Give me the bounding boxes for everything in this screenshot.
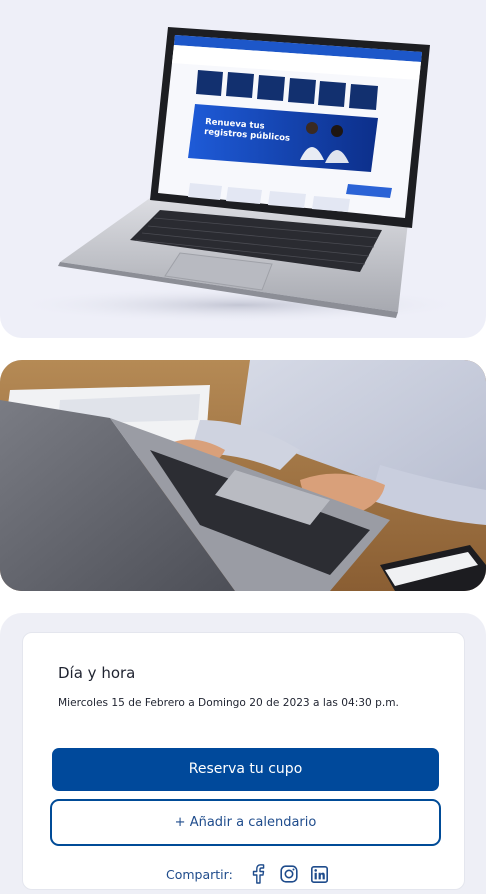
linkedin-icon[interactable] (310, 864, 330, 884)
event-datetime-title: Día y hora (58, 664, 136, 682)
typing-photo (0, 360, 486, 591)
hands-on-laptop-photo (0, 360, 486, 591)
event-dates-text: Miercoles 15 de Febrero a Domingo 20 de … (58, 697, 399, 709)
share-label: Compartir: (166, 866, 233, 882)
laptop-hero-image: Renueva tus registros públicos (0, 0, 486, 338)
instagram-icon[interactable] (279, 864, 299, 884)
event-info-card: Día y hora Miercoles 15 de Febrero a Dom… (22, 632, 465, 890)
event-info-section: Día y hora Miercoles 15 de Febrero a Dom… (0, 613, 486, 894)
add-to-calendar-button[interactable]: + Añadir a calendario (50, 799, 441, 846)
laptop-illustration: Renueva tus registros públicos (10, 27, 470, 323)
reserve-button[interactable]: Reserva tu cupo (52, 748, 439, 791)
share-row: Compartir: (166, 863, 341, 885)
facebook-icon[interactable] (248, 864, 268, 884)
